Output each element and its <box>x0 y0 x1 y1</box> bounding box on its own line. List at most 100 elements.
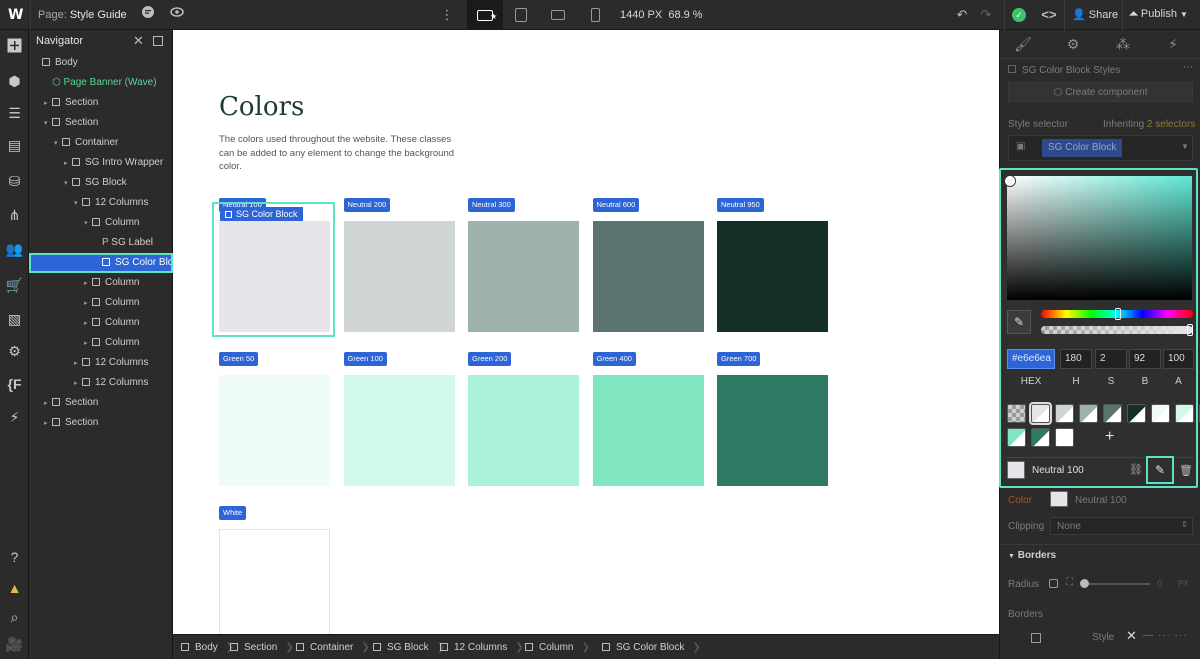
caret-right-icon[interactable]: ▸ <box>84 274 92 293</box>
page-description[interactable]: The colors used throughout the website. … <box>219 133 469 174</box>
brightness-input[interactable]: 92 <box>1129 349 1161 369</box>
saved-swatch[interactable] <box>1079 404 1098 423</box>
mobile-breakpoint-icon[interactable] <box>577 0 613 30</box>
navigator-row[interactable]: Body <box>29 53 173 73</box>
more-vertical-icon[interactable]: ⋮ <box>437 5 457 25</box>
clipping-select[interactable]: None ⇕ <box>1050 517 1193 535</box>
caret-right-icon[interactable]: ▸ <box>84 334 92 353</box>
create-component-button[interactable]: ⬡ Create component <box>1008 82 1193 102</box>
navigator-row[interactable]: ▸ Column <box>29 293 173 313</box>
design-canvas[interactable]: Colors The colors used throughout the we… <box>173 30 999 634</box>
cube-icon[interactable]: ⬢ <box>5 72 24 91</box>
edit-swatch-icon[interactable]: ✎ <box>1146 456 1174 484</box>
navigator-row[interactable]: ▸ Section <box>29 393 173 413</box>
video-icon[interactable]: 🎥 <box>5 635 24 654</box>
selector-chip[interactable]: SG Color Block <box>1042 139 1123 157</box>
alpha-slider[interactable] <box>1041 326 1193 334</box>
saved-swatch[interactable] <box>1103 404 1122 423</box>
inheriting-info[interactable]: Inheriting 2 selectors <box>1103 119 1195 130</box>
swatch-label[interactable]: Green 50 <box>219 352 259 366</box>
color-swatch-block[interactable] <box>343 221 455 332</box>
saturation-input[interactable]: 2 <box>1095 349 1127 369</box>
color-swatch-block[interactable] <box>468 375 579 486</box>
navigator-row[interactable]: ▸ Column <box>29 273 173 293</box>
cms-icon[interactable]: ⛁ <box>5 172 24 191</box>
swatch-label[interactable]: Green 200 <box>468 352 512 366</box>
caret-right-icon[interactable]: ▸ <box>74 354 82 373</box>
style-brush-icon[interactable]: 🖌 <box>1008 36 1038 53</box>
users-icon[interactable]: 👥 <box>5 240 24 259</box>
pages-icon[interactable]: ▤ <box>5 136 24 155</box>
swatch-label[interactable]: Neutral 300 <box>468 198 515 212</box>
swatch-label[interactable]: White <box>219 506 247 520</box>
saved-swatch[interactable] <box>1175 404 1194 423</box>
chevron-down-icon[interactable]: ▼ <box>1181 142 1189 151</box>
caret-down-icon[interactable]: ▾ <box>74 194 82 213</box>
eyedropper-icon[interactable]: ✎ <box>1007 310 1031 334</box>
caret-right-icon[interactable]: ▸ <box>84 314 92 333</box>
color-value[interactable]: Neutral 100 <box>1075 495 1127 506</box>
color-swatch-block[interactable] <box>592 375 704 486</box>
hex-input[interactable]: #e6e6ea <box>1007 349 1055 369</box>
webflow-logo[interactable]: W <box>8 7 23 23</box>
breadcrumb-item[interactable]: SG Color Block ❯ <box>602 635 709 659</box>
caret-right-icon[interactable]: ▸ <box>44 414 52 433</box>
swatch-label[interactable]: Green 100 <box>343 352 387 366</box>
color-preview[interactable] <box>1050 491 1068 507</box>
redo-icon[interactable]: ↷ <box>976 5 996 25</box>
tablet-landscape-icon[interactable] <box>540 0 576 30</box>
color-swatch-block[interactable] <box>219 529 330 634</box>
breadcrumb-item[interactable]: Column ❯ <box>525 635 598 659</box>
navigator-row[interactable]: ▸ Section <box>29 413 173 433</box>
breadcrumb-item[interactable]: Section ❯ <box>230 635 302 659</box>
help-icon[interactable]: ? <box>5 548 24 567</box>
color-swatch-block[interactable] <box>717 375 828 486</box>
ecommerce-icon[interactable]: 🛒 <box>5 276 24 295</box>
alpha-input[interactable]: 100 <box>1163 349 1194 369</box>
swatch-label[interactable]: Neutral 600 <box>592 198 640 212</box>
caret-down-icon[interactable]: ▾ <box>44 114 52 133</box>
navigator-row[interactable]: SG Color Bloc <box>29 253 173 273</box>
settings-gear-icon[interactable]: ⚙ <box>1058 36 1088 53</box>
navigator-row[interactable]: ▾ Section <box>29 113 173 133</box>
radius-corners-icon[interactable]: ⛶ <box>1066 577 1073 588</box>
selected-element-tag[interactable]: SG Color Block <box>220 207 303 221</box>
code-icon[interactable]: <> <box>1039 5 1059 25</box>
caret-right-icon[interactable]: ▸ <box>64 154 72 173</box>
caret-right-icon[interactable]: ▸ <box>74 374 82 393</box>
desktop-breakpoint-icon[interactable]: ★ <box>467 0 503 30</box>
swatch-label[interactable]: Green 400 <box>592 352 636 366</box>
comment-icon[interactable] <box>138 5 158 25</box>
border-box-icon[interactable] <box>1031 633 1041 643</box>
warning-icon[interactable]: ▲ <box>5 579 24 598</box>
color-swatch-block[interactable] <box>343 375 455 486</box>
apps-icon[interactable]: ⚡ <box>5 408 24 427</box>
undo-icon[interactable]: ↶ <box>952 5 972 25</box>
navigator-row[interactable]: ▸ Column <box>29 313 173 333</box>
page-heading[interactable]: Colors <box>219 92 304 122</box>
saved-swatch[interactable] <box>1055 404 1074 423</box>
navigator-row[interactable]: ▸ 12 Columns <box>29 353 173 373</box>
variables-icon[interactable]: {F <box>5 375 24 394</box>
breadcrumb-item[interactable]: 12 Columns ❯ <box>440 635 532 659</box>
saved-swatch[interactable] <box>1031 428 1050 447</box>
saturation-thumb[interactable] <box>1005 176 1015 186</box>
navigator-row[interactable]: ▾ Column <box>29 213 173 233</box>
radius-all-icon[interactable] <box>1049 579 1058 588</box>
tablet-breakpoint-icon[interactable] <box>503 0 539 30</box>
style-selector-field[interactable]: ▣ SG Color Block ▼ <box>1008 135 1193 161</box>
border-style-options[interactable]: — ··· ··· <box>1143 630 1188 641</box>
caret-right-icon[interactable]: ▸ <box>84 294 92 313</box>
radius-slider[interactable] <box>1080 583 1150 585</box>
transparent-swatch[interactable] <box>1007 404 1026 423</box>
navigator-row[interactable]: ▾ Container <box>29 133 173 153</box>
close-icon[interactable]: ✕ <box>133 33 144 49</box>
settings-icon[interactable]: ⚙ <box>5 342 24 361</box>
saved-swatch[interactable] <box>1127 404 1146 423</box>
navigator-row[interactable]: ▸ Column <box>29 333 173 353</box>
navigator-icon[interactable]: ☰ <box>5 104 24 123</box>
unlink-icon[interactable]: ⛓ <box>1129 463 1143 476</box>
saved-swatch[interactable] <box>1007 428 1026 447</box>
hue-slider-thumb[interactable] <box>1115 308 1121 320</box>
alpha-slider-thumb[interactable] <box>1187 324 1193 336</box>
